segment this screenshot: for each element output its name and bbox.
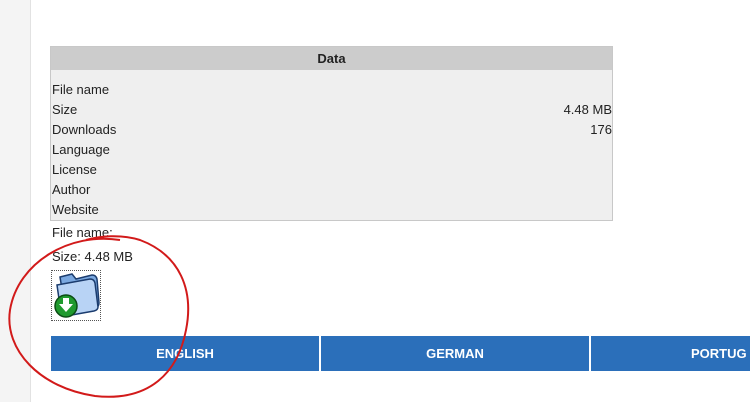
data-row-downloads: Downloads 176 bbox=[51, 120, 612, 140]
folder-download-icon bbox=[54, 273, 100, 318]
data-label: Language bbox=[52, 142, 110, 157]
data-label: File name bbox=[52, 82, 110, 97]
left-gutter bbox=[0, 0, 31, 402]
data-label: Website bbox=[52, 202, 99, 217]
download-button[interactable] bbox=[51, 270, 101, 321]
file-name-text: File name: bbox=[52, 225, 113, 240]
data-label: Size bbox=[52, 102, 78, 117]
data-label: Downloads bbox=[52, 122, 117, 137]
data-panel: Data File name Size 4.48 MB Downloads 17… bbox=[50, 46, 613, 221]
language-english-button[interactable]: ENGLISH bbox=[51, 336, 321, 371]
data-row-license: License bbox=[51, 160, 612, 180]
data-label: License bbox=[52, 162, 97, 177]
file-size-text: Size: 4.48 MB bbox=[52, 249, 133, 264]
language-german-button[interactable]: GERMAN bbox=[321, 336, 591, 371]
data-row-language: Language bbox=[51, 140, 612, 160]
data-label: Author bbox=[52, 182, 91, 197]
data-rows: File name Size 4.48 MB Downloads 176 Lan… bbox=[51, 70, 612, 220]
data-value: 176 bbox=[590, 122, 612, 137]
language-portuguese-button[interactable]: PORTUG bbox=[591, 336, 750, 371]
data-row-website: Website bbox=[51, 200, 612, 220]
data-row-size: Size 4.48 MB bbox=[51, 100, 612, 120]
data-value: 4.48 MB bbox=[563, 102, 612, 117]
data-row-file-name: File name bbox=[51, 80, 612, 100]
language-tabs: ENGLISH GERMAN PORTUG bbox=[51, 336, 750, 371]
data-panel-title: Data bbox=[51, 47, 612, 70]
data-row-author: Author bbox=[51, 180, 612, 200]
